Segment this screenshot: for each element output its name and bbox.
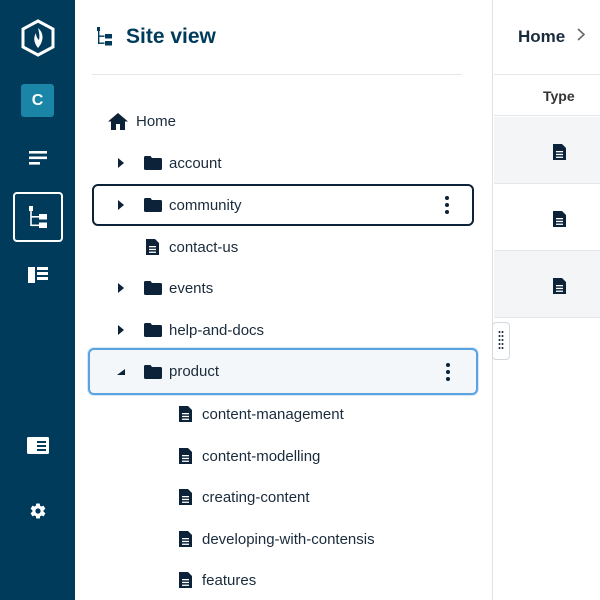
tree-item-creating-content[interactable]: creating-content xyxy=(90,477,474,517)
contensis-logo-icon[interactable] xyxy=(13,13,63,63)
panel-resize-handle[interactable] xyxy=(492,322,510,360)
caret-right-icon[interactable] xyxy=(116,325,126,335)
tree-item-label: Home xyxy=(136,112,177,130)
table-row[interactable] xyxy=(494,184,600,251)
more-options-icon[interactable] xyxy=(445,363,451,381)
folder-icon xyxy=(144,323,162,337)
chevron-right-icon xyxy=(577,28,586,46)
home-icon xyxy=(108,112,128,130)
avatar[interactable]: C xyxy=(21,84,54,117)
page-icon xyxy=(179,531,192,547)
tree-item-label: account xyxy=(169,154,222,172)
breadcrumb: Home xyxy=(494,0,600,75)
folder-icon xyxy=(144,198,162,212)
tree-item-community[interactable]: community xyxy=(92,184,474,226)
tree-item-help-and-docs[interactable]: help-and-docs xyxy=(90,310,474,350)
tree-item-label: contact-us xyxy=(169,238,239,256)
tree-item-content-modelling[interactable]: content-modelling xyxy=(90,436,474,476)
caret-right-icon[interactable] xyxy=(116,158,126,168)
tree-item-developing-with-contensis[interactable]: developing-with-contensis xyxy=(90,519,474,559)
table-row[interactable] xyxy=(494,117,600,184)
caret-right-icon[interactable] xyxy=(116,200,126,210)
more-options-icon[interactable] xyxy=(444,196,450,214)
page-icon xyxy=(553,211,566,232)
page-icon xyxy=(179,448,192,464)
tree-item-label: content-management xyxy=(202,405,344,423)
page-icon xyxy=(179,572,192,588)
page-icon xyxy=(146,239,159,255)
tree-item-label: content-modelling xyxy=(202,447,321,465)
folder-icon xyxy=(144,281,162,295)
column-header-label: Type xyxy=(543,87,575,104)
caret-right-icon[interactable] xyxy=(116,283,126,293)
site-view-panel: Site view Home account community contact… xyxy=(75,0,493,600)
site-tree-icon xyxy=(96,27,114,47)
breadcrumb-home[interactable]: Home xyxy=(518,27,565,47)
page-icon xyxy=(179,406,192,422)
content-list-icon[interactable] xyxy=(13,133,63,183)
tree-item-label: help-and-docs xyxy=(169,321,265,339)
tree-item-home[interactable]: Home xyxy=(90,101,474,141)
tree-item-events[interactable]: events xyxy=(90,268,474,308)
card-icon[interactable] xyxy=(13,420,63,470)
tree-item-product[interactable]: product xyxy=(88,348,478,395)
tree-item-label: events xyxy=(169,279,214,297)
table-row[interactable] xyxy=(494,251,600,318)
tree-item-label: creating-content xyxy=(202,488,310,506)
tree-item-label: product xyxy=(169,363,220,380)
tree-item-contact-us[interactable]: contact-us xyxy=(90,227,474,267)
page-title: Site view xyxy=(126,25,216,48)
left-rail: C xyxy=(0,0,75,600)
grip-icon xyxy=(498,331,504,349)
column-header-type[interactable]: Type xyxy=(494,76,600,116)
settings-gear-icon[interactable] xyxy=(13,486,63,536)
content-area: Home Type xyxy=(494,0,600,600)
page-icon xyxy=(179,489,192,505)
caret-down-icon[interactable] xyxy=(116,367,126,377)
tree-item-content-management[interactable]: content-management xyxy=(90,394,474,434)
panels-icon[interactable] xyxy=(13,250,63,300)
site-view-icon[interactable] xyxy=(13,192,63,242)
folder-icon xyxy=(144,364,162,379)
tree-item-label: developing-with-contensis xyxy=(202,530,375,548)
page-icon xyxy=(553,278,566,299)
folder-icon xyxy=(144,156,162,170)
tree-item-label: community xyxy=(169,196,242,214)
tree-item-features[interactable]: features xyxy=(90,560,474,600)
panel-header: Site view xyxy=(92,0,462,75)
page-icon xyxy=(553,144,566,165)
tree-item-account[interactable]: account xyxy=(90,143,474,183)
tree-item-label: features xyxy=(202,571,257,589)
